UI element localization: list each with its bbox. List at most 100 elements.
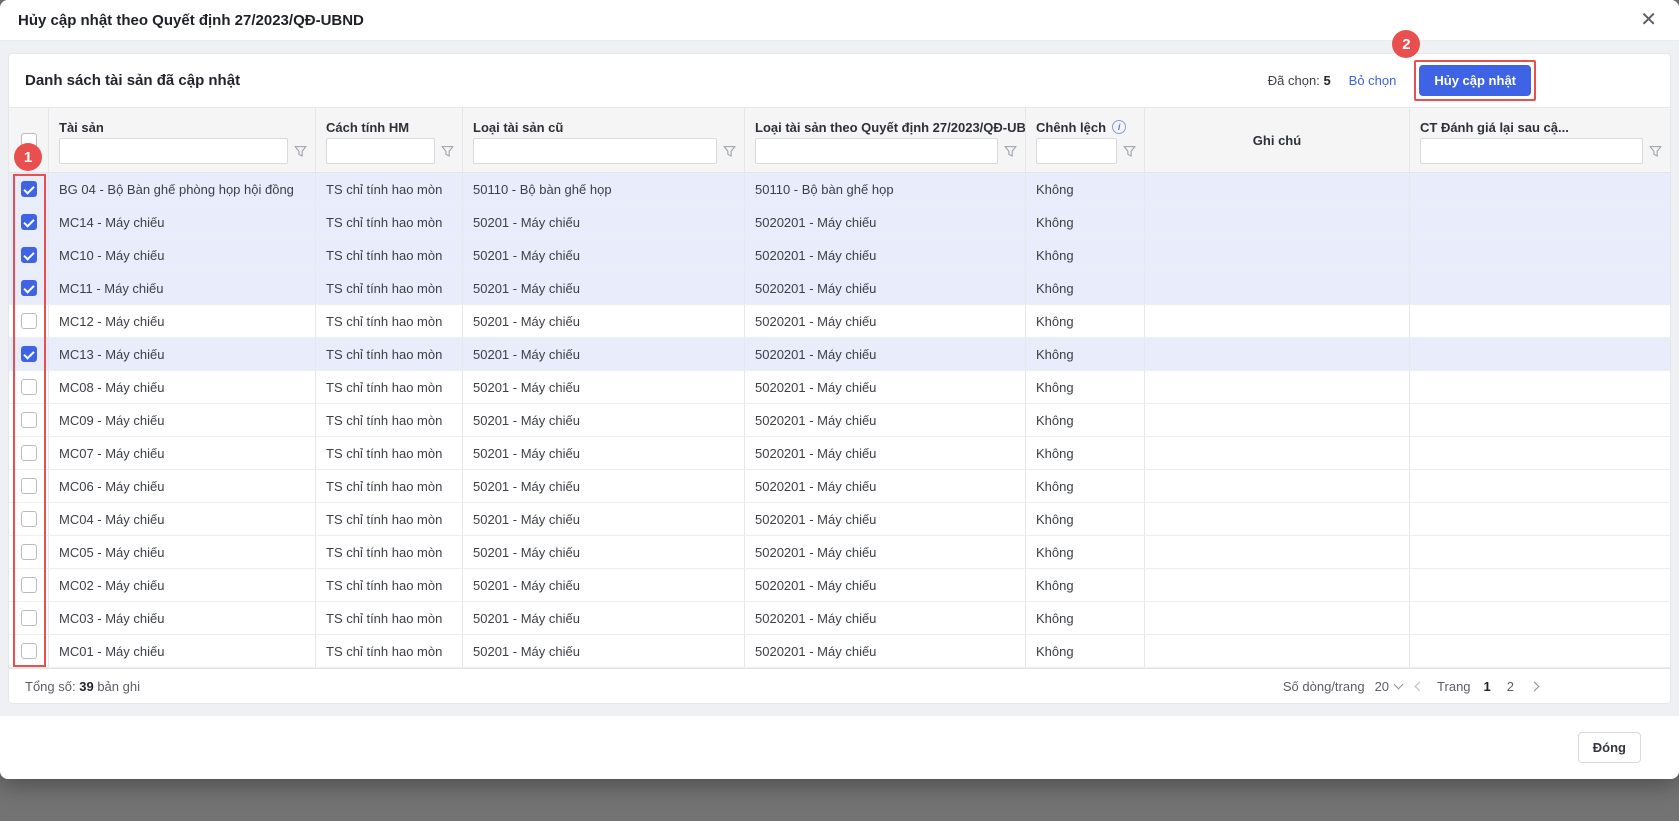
- row-checkbox[interactable]: [21, 181, 37, 197]
- row-checkbox[interactable]: [21, 544, 37, 560]
- row-checkbox[interactable]: [21, 379, 37, 395]
- row-checkbox-cell: [9, 206, 49, 238]
- row-checkbox[interactable]: [21, 577, 37, 593]
- row-checkbox[interactable]: [21, 247, 37, 263]
- cell-method: TS chỉ tính hao mòn: [316, 470, 463, 502]
- row-checkbox[interactable]: [21, 313, 37, 329]
- chevron-left-icon: [1415, 681, 1425, 691]
- cell-method: TS chỉ tính hao mòn: [316, 239, 463, 271]
- cell-diff: Không: [1026, 536, 1145, 568]
- cell-method: TS chỉ tính hao mòn: [316, 206, 463, 238]
- cell-note: [1145, 602, 1410, 634]
- page-title: Danh sách tài sản đã cập nhật: [25, 72, 240, 89]
- cell-old-type: 50201 - Máy chiếu: [463, 239, 745, 271]
- table-row: MC13 - Máy chiếuTS chỉ tính hao mòn50201…: [9, 338, 1670, 371]
- table-body: BG 04 - Bộ Bàn ghế phòng họp hội đồngTS …: [9, 173, 1670, 668]
- cell-old-type: 50201 - Máy chiếu: [463, 470, 745, 502]
- annotation-step-1-badge: 1: [14, 143, 42, 171]
- filter-funnel-icon[interactable]: [294, 145, 307, 158]
- asset-table: Tài sản Cách tính HM: [9, 107, 1670, 668]
- row-checkbox[interactable]: [21, 643, 37, 659]
- cell-note: [1145, 305, 1410, 337]
- cell-old-type: 50201 - Máy chiếu: [463, 305, 745, 337]
- info-icon[interactable]: i: [1112, 120, 1126, 134]
- cell-diff: Không: [1026, 371, 1145, 403]
- row-checkbox[interactable]: [21, 346, 37, 362]
- row-checkbox[interactable]: [21, 412, 37, 428]
- row-checkbox[interactable]: [21, 214, 37, 230]
- row-checkbox-cell: [9, 503, 49, 535]
- modal-body: Danh sách tài sản đã cập nhật Đã chọn: 5…: [0, 41, 1679, 716]
- cell-asset: MC04 - Máy chiếu: [49, 503, 316, 535]
- table-row: MC03 - Máy chiếuTS chỉ tính hao mòn50201…: [9, 602, 1670, 635]
- cell-method: TS chỉ tính hao mòn: [316, 338, 463, 370]
- deselect-link[interactable]: Bỏ chọn: [1349, 73, 1397, 88]
- filter-input-asset[interactable]: [59, 138, 288, 164]
- filter-input-old-type[interactable]: [473, 138, 717, 164]
- cell-old-type: 50201 - Máy chiếu: [463, 404, 745, 436]
- row-checkbox[interactable]: [21, 280, 37, 296]
- column-asset: Tài sản: [49, 108, 316, 173]
- row-checkbox[interactable]: [21, 478, 37, 494]
- row-checkbox-cell: [9, 338, 49, 370]
- row-checkbox-cell: [9, 602, 49, 634]
- cell-diff: Không: [1026, 206, 1145, 238]
- cell-old-type: 50201 - Máy chiếu: [463, 536, 745, 568]
- cell-ct: [1410, 569, 1670, 601]
- cell-asset: MC14 - Máy chiếu: [49, 206, 316, 238]
- cell-method: TS chỉ tính hao mòn: [316, 272, 463, 304]
- cell-asset: MC06 - Máy chiếu: [49, 470, 316, 502]
- column-method: Cách tính HM: [316, 108, 463, 173]
- filter-input-ct[interactable]: [1420, 138, 1643, 164]
- row-checkbox-cell: [9, 437, 49, 469]
- cancel-update-button[interactable]: Hủy cập nhật: [1419, 65, 1531, 96]
- cell-asset: MC05 - Máy chiếu: [49, 536, 316, 568]
- cell-ct: [1410, 272, 1670, 304]
- cell-ct: [1410, 305, 1670, 337]
- next-page-button[interactable]: [1527, 679, 1542, 694]
- filter-input-new-type[interactable]: [755, 138, 998, 164]
- cell-new-type: 5020201 - Máy chiếu: [745, 602, 1026, 634]
- cell-note: [1145, 206, 1410, 238]
- close-icon[interactable]: ✕: [1636, 8, 1661, 32]
- cell-old-type: 50201 - Máy chiếu: [463, 503, 745, 535]
- cell-ct: [1410, 239, 1670, 271]
- filter-funnel-icon[interactable]: [1004, 145, 1017, 158]
- filter-input-diff[interactable]: [1036, 138, 1117, 164]
- table-row: MC12 - Máy chiếuTS chỉ tính hao mòn50201…: [9, 305, 1670, 338]
- cell-method: TS chỉ tính hao mòn: [316, 602, 463, 634]
- annotation-box-2: 2 Hủy cập nhật: [1414, 60, 1536, 101]
- table-row: BG 04 - Bộ Bàn ghế phòng họp hội đồngTS …: [9, 173, 1670, 206]
- cell-ct: [1410, 338, 1670, 370]
- row-checkbox[interactable]: [21, 445, 37, 461]
- table-row: MC11 - Máy chiếuTS chỉ tính hao mòn50201…: [9, 272, 1670, 305]
- filter-funnel-icon[interactable]: [1649, 145, 1662, 158]
- header-controls: Đã chọn: 5 Bỏ chọn 2 Hủy cập nhật: [1268, 60, 1536, 101]
- row-checkbox[interactable]: [21, 511, 37, 527]
- close-button[interactable]: Đóng: [1578, 732, 1641, 763]
- column-header-diff: Chênh lệch: [1036, 120, 1106, 135]
- cell-diff: Không: [1026, 470, 1145, 502]
- table-row: MC14 - Máy chiếuTS chỉ tính hao mòn50201…: [9, 206, 1670, 239]
- cell-new-type: 5020201 - Máy chiếu: [745, 470, 1026, 502]
- cancel-update-modal: Hủy cập nhật theo Quyết định 27/2023/QĐ-…: [0, 0, 1679, 778]
- filter-funnel-icon[interactable]: [441, 145, 454, 158]
- row-checkbox-cell: [9, 272, 49, 304]
- cell-old-type: 50201 - Máy chiếu: [463, 569, 745, 601]
- pagination: Số dòng/trang 20 Trang 1 2: [1283, 679, 1542, 694]
- filter-funnel-icon[interactable]: [1123, 145, 1136, 158]
- column-header-ct: CT Đánh giá lại sau cậ...: [1410, 108, 1670, 138]
- filter-input-method[interactable]: [326, 138, 435, 164]
- page-size-select[interactable]: 20: [1375, 679, 1402, 694]
- page-number-2[interactable]: 2: [1504, 679, 1517, 694]
- cell-asset: MC13 - Máy chiếu: [49, 338, 316, 370]
- cell-diff: Không: [1026, 569, 1145, 601]
- previous-page-button[interactable]: [1412, 679, 1427, 694]
- cell-new-type: 5020201 - Máy chiếu: [745, 206, 1026, 238]
- cell-old-type: 50201 - Máy chiếu: [463, 437, 745, 469]
- total-label: Tổng số:: [25, 679, 76, 694]
- cell-diff: Không: [1026, 173, 1145, 205]
- filter-funnel-icon[interactable]: [723, 145, 736, 158]
- row-checkbox[interactable]: [21, 610, 37, 626]
- page-number-1[interactable]: 1: [1481, 679, 1494, 694]
